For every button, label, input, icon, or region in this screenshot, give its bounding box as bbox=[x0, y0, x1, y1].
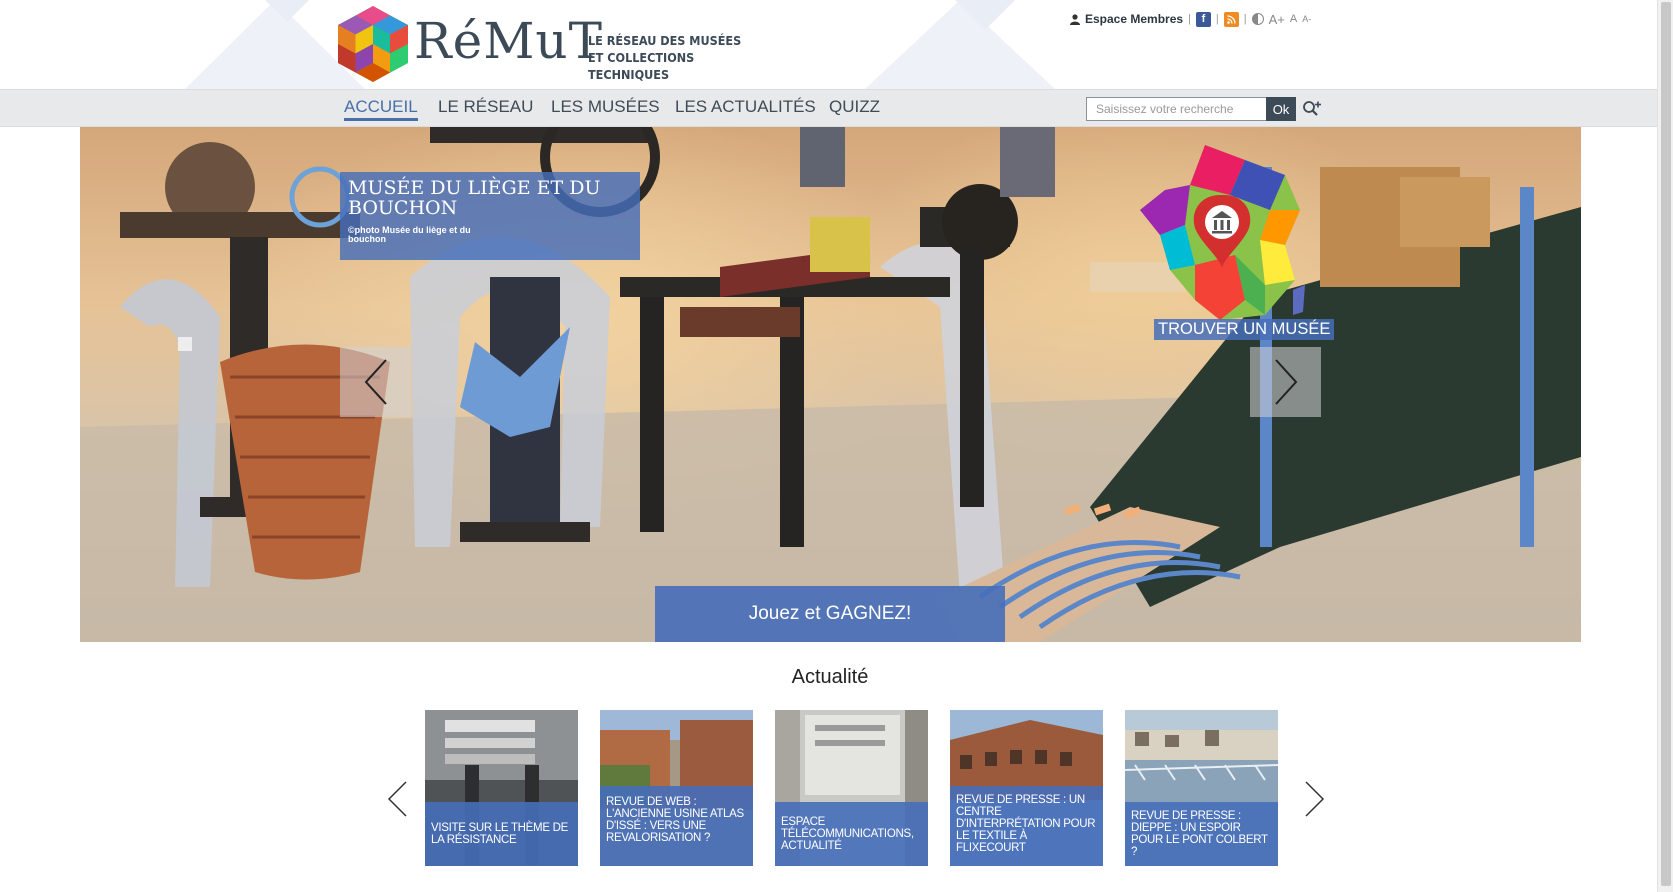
members-link[interactable]: Espace Membres bbox=[1070, 12, 1183, 26]
news-card[interactable]: REVUE DE WEB : L'ANCIENNE USINE ATLAS D'… bbox=[600, 710, 753, 866]
separator: | bbox=[1215, 13, 1219, 25]
chevron-right-icon bbox=[1274, 359, 1297, 405]
remut-logo-icon[interactable] bbox=[338, 6, 408, 82]
news-card-title: REVUE DE WEB : L'ANCIENNE USINE ATLAS D'… bbox=[600, 786, 753, 866]
news-card[interactable]: REVUE DE PRESSE : DIEPPE : UN ESPOIR POU… bbox=[1125, 710, 1278, 866]
font-decrease-icon[interactable]: A- bbox=[1302, 14, 1311, 24]
contrast-icon[interactable] bbox=[1251, 13, 1264, 25]
rss-icon[interactable] bbox=[1223, 11, 1239, 27]
news-card-title: VISITE SUR LE THÈME DE LA RÉSISTANCE bbox=[425, 802, 578, 866]
news-card-title: REVUE DE PRESSE : DIEPPE : UN ESPOIR POU… bbox=[1125, 802, 1278, 866]
brand-name[interactable]: RéMuT bbox=[414, 12, 603, 70]
news-card-title: REVUE DE PRESSE : UN CENTRE D'INTERPRÉTA… bbox=[950, 786, 1103, 866]
decorative-triangle bbox=[955, 0, 1015, 30]
news-card[interactable]: ESPACE TÉLÉCOMMUNICATIONS, ACTUALITÉ bbox=[775, 710, 928, 866]
separator: | bbox=[1243, 13, 1247, 25]
nav-item-le-reseau[interactable]: LE RÉSEAU bbox=[438, 97, 533, 117]
slide-caption-title: Musée du Liège et du Bouchon bbox=[348, 177, 601, 219]
slide-caption-credit: ©photo Musée du liège et du bouchon bbox=[348, 225, 471, 244]
nav-item-quizz[interactable]: QUIZZ bbox=[829, 97, 880, 117]
search-input[interactable] bbox=[1086, 97, 1267, 121]
members-link-label: Espace Membres bbox=[1085, 12, 1184, 26]
find-museum-link[interactable]: TROUVER UN MUSÉE bbox=[1154, 319, 1335, 340]
news-card[interactable]: VISITE SUR LE THÈME DE LA RÉSISTANCE bbox=[425, 710, 578, 866]
slider-next-button[interactable] bbox=[1250, 347, 1321, 417]
news-next-button[interactable] bbox=[1304, 780, 1326, 818]
nav-item-les-actualites[interactable]: LES ACTUALITÉS bbox=[675, 97, 816, 117]
france-map-icon[interactable] bbox=[1135, 140, 1310, 340]
slider-prev-button[interactable] bbox=[340, 347, 411, 417]
nav-item-les-musees[interactable]: LES MUSÉES bbox=[551, 97, 660, 117]
news-card-title: ESPACE TÉLÉCOMMUNICATIONS, ACTUALITÉ bbox=[775, 802, 928, 866]
header bbox=[0, 0, 1673, 89]
advanced-search-icon[interactable] bbox=[1302, 100, 1322, 118]
play-quiz-button[interactable]: Jouez et GAGNEZ! bbox=[655, 586, 1005, 642]
decorative-triangle bbox=[265, 0, 309, 22]
page-scrollbar[interactable] bbox=[1657, 0, 1673, 892]
font-increase-icon[interactable]: A+ bbox=[1269, 12, 1285, 27]
separator: | bbox=[1188, 13, 1191, 25]
main-nav: ACCUEIL LE RÉSEAU LES MUSÉES LES ACTUALI… bbox=[0, 89, 1673, 127]
slide-photo bbox=[80, 127, 1581, 642]
news-section-title: Actualité bbox=[791, 666, 869, 688]
search-ok-button[interactable]: Ok bbox=[1266, 97, 1296, 121]
brand-tagline: Le réseau des musées et collections tech… bbox=[588, 33, 742, 82]
scrollbar-thumb[interactable] bbox=[1661, 2, 1671, 886]
nav-item-accueil[interactable]: ACCUEIL bbox=[344, 97, 418, 121]
news-prev-button[interactable] bbox=[386, 780, 408, 818]
slide-caption[interactable]: Musée du Liège et du Bouchon ©photo Musé… bbox=[340, 172, 640, 260]
chevron-left-icon bbox=[364, 359, 387, 405]
font-reset-icon[interactable]: A bbox=[1290, 13, 1297, 25]
hero-slider[interactable]: Musée du Liège et du Bouchon ©photo Musé… bbox=[80, 127, 1581, 642]
news-card[interactable]: REVUE DE PRESSE : UN CENTRE D'INTERPRÉTA… bbox=[950, 710, 1103, 866]
user-icon bbox=[1070, 13, 1080, 25]
utility-links: Espace Membres | f | | A+ A A- bbox=[1070, 9, 1311, 29]
facebook-icon[interactable]: f bbox=[1195, 11, 1211, 27]
